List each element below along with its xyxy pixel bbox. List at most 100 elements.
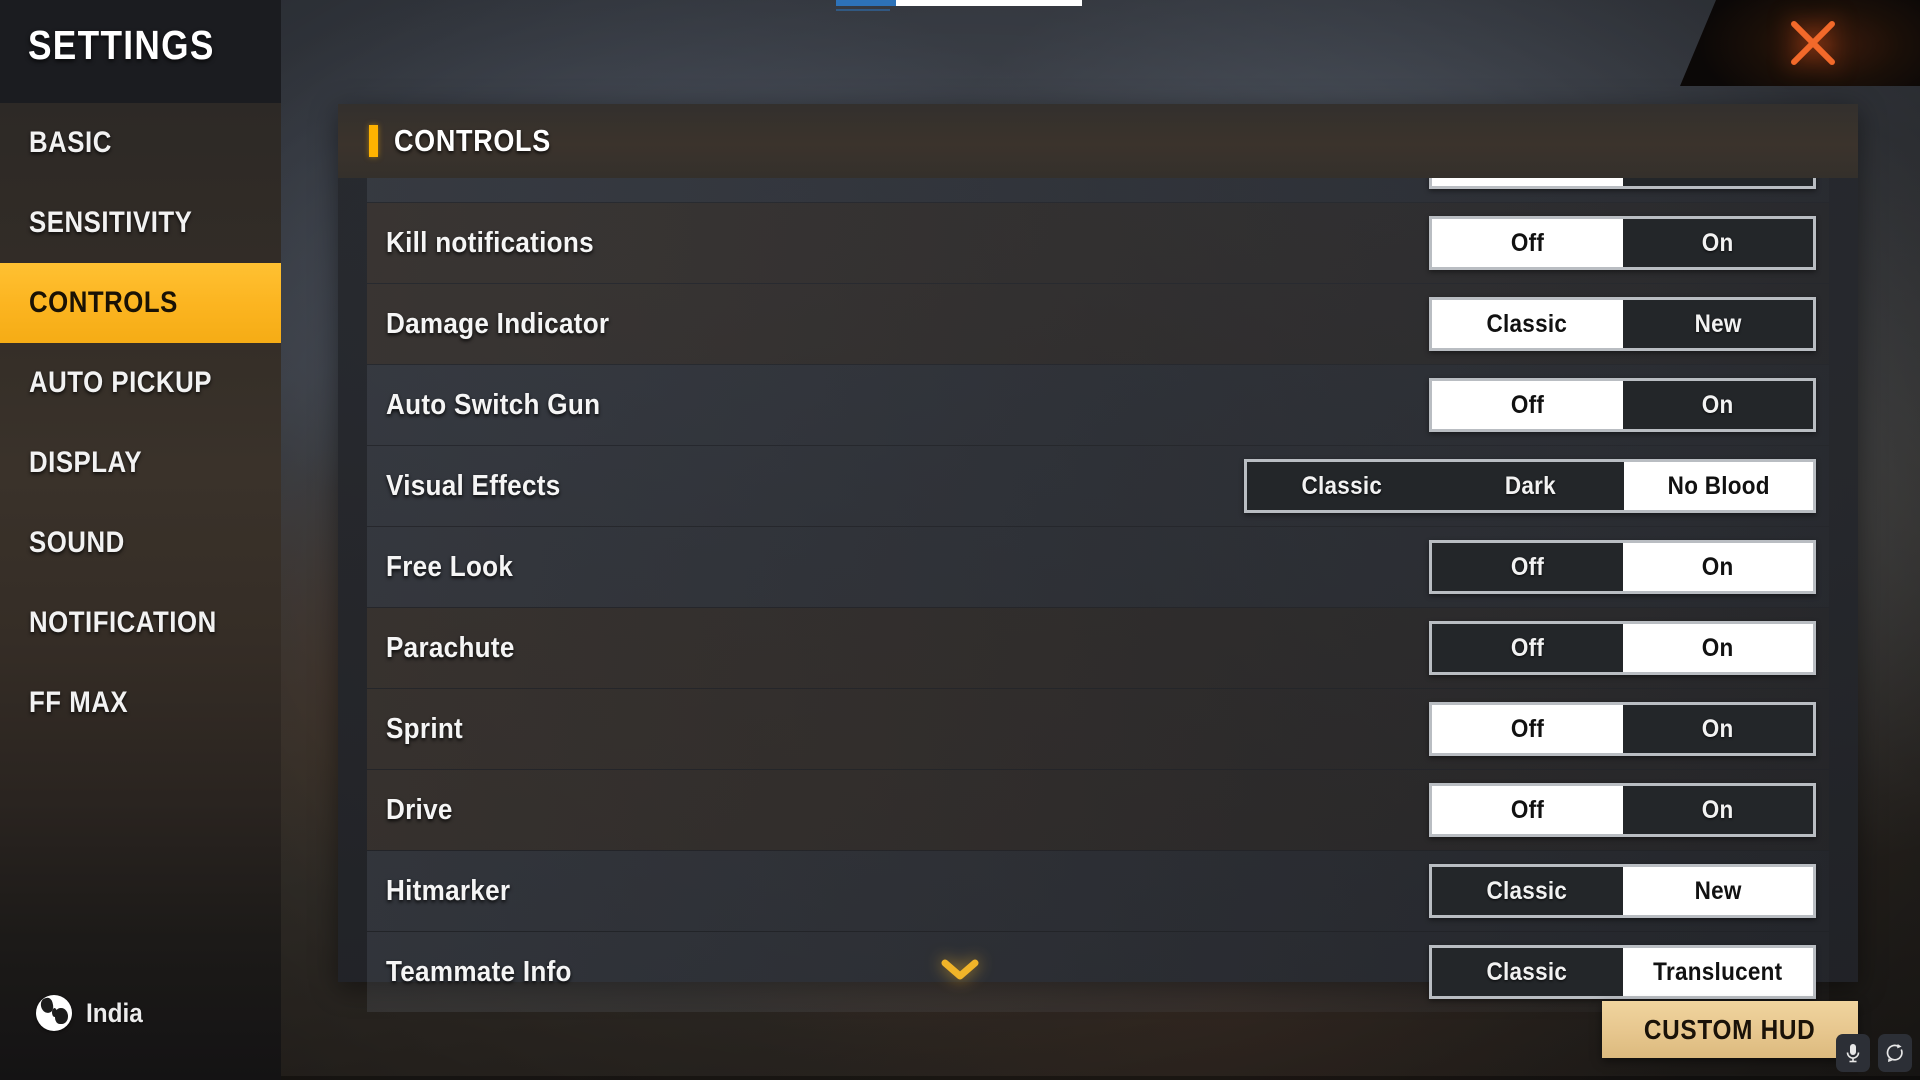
sidebar-item-ff-max[interactable]: FF MAX [0,663,281,743]
toggle-option[interactable]: No Blood [1624,462,1814,510]
setting-label: Drive [386,793,453,826]
sidebar-item-auto-pickup[interactable]: AUTO PICKUP [0,343,281,423]
toggle-option[interactable]: Off [1432,381,1623,429]
panel-title: CONTROLS [394,123,551,158]
settings-row: Parachute Off On [367,608,1829,688]
toggle-option[interactable]: Off [1432,219,1623,267]
panel-accent-bar [369,125,378,157]
toggle-option[interactable]: On [1622,543,1813,591]
toggle-option-label: Off [1510,390,1544,419]
toggle-option-label: Classic [1300,471,1382,500]
panel-header: CONTROLS [338,104,1858,178]
setting-toggle[interactable]: Off On [1429,702,1816,756]
setting-label: Parachute [386,631,515,664]
toggle-option-label: On [1701,390,1734,419]
toggle-option-label: On [1701,228,1734,257]
sidebar-item-sound[interactable]: SOUND [0,503,281,583]
sidebar-item-sensitivity[interactable]: SENSITIVITY [0,183,281,263]
refresh-circle-icon[interactable] [1878,1034,1912,1072]
sidebar-item-label: BASIC [29,126,112,159]
setting-toggle[interactable]: Off On [1429,540,1816,594]
toggle-option-label: Dark [1504,471,1556,500]
setting-toggle[interactable]: Off On [1429,783,1816,837]
toggle-option[interactable]: On [1622,219,1813,267]
toggle-option[interactable] [1432,178,1623,186]
toggle-option[interactable]: Dark [1435,462,1625,510]
setting-toggle[interactable]: Classic New [1429,297,1816,351]
toggle-option[interactable]: Off [1432,543,1623,591]
toggle-option[interactable]: Off [1432,624,1623,672]
sidebar-item-label: DISPLAY [29,446,143,479]
loading-progress-bar [836,0,1082,6]
microphone-icon[interactable] [1836,1034,1870,1072]
page-title: SETTINGS [28,22,215,68]
toggle-option[interactable] [1622,178,1813,186]
settings-row [367,178,1829,202]
settings-row: Teammate Info Classic Translucent [367,932,1829,1012]
toggle-option[interactable]: Translucent [1622,948,1813,996]
toggle-option-label: On [1701,714,1734,743]
toggle-option-label: Off [1510,714,1544,743]
toggle-option[interactable]: New [1622,867,1813,915]
setting-toggle[interactable]: Classic Dark No Blood [1244,459,1816,513]
sidebar-item-label: CONTROLS [29,286,178,319]
sidebar-item-display[interactable]: DISPLAY [0,423,281,503]
setting-toggle[interactable]: Off On [1429,378,1816,432]
toggle-option-label: Off [1510,552,1544,581]
setting-toggle[interactable]: Classic New [1429,864,1816,918]
toggle-option[interactable]: On [1622,381,1813,429]
bottom-strip [281,1076,1920,1080]
region-label: India [86,997,143,1028]
sidebar-item-basic[interactable]: BASIC [0,103,281,183]
toggle-option-label: On [1701,633,1734,662]
setting-label: Sprint [386,712,464,745]
toggle-option-label: Classic [1486,309,1568,338]
setting-label: Hitmarker [386,874,511,907]
toggle-option-label: No Blood [1667,471,1770,500]
settings-row-list: Kill notifications Off On Damage Indicator C… [338,178,1858,1013]
setting-toggle[interactable]: Off On [1429,216,1816,270]
custom-hud-button[interactable]: CUSTOM HUD [1602,1001,1858,1058]
toggle-option[interactable]: Classic [1432,867,1623,915]
sidebar-item-label: FF MAX [29,686,129,719]
setting-label: Auto Switch Gun [386,388,601,421]
toggle-option[interactable]: Classic [1247,462,1436,510]
sidebar-item-label: AUTO PICKUP [29,366,212,399]
toggle-option[interactable]: Classic [1432,300,1623,348]
toggle-option-label: On [1701,795,1734,824]
setting-toggle[interactable]: Off On [1429,621,1816,675]
loading-progress-shadow [836,9,890,11]
settings-row: Damage Indicator Classic New [367,284,1829,364]
sidebar-item-notification[interactable]: NOTIFICATION [0,583,281,663]
toggle-option-label: On [1701,552,1734,581]
sidebar-item-controls[interactable]: CONTROLS [0,263,281,343]
system-icon-tray [1836,1034,1912,1072]
setting-toggle[interactable] [1429,178,1816,189]
toggle-option-label: Classic [1486,957,1568,986]
toggle-option[interactable]: Off [1432,705,1623,753]
toggle-option-label: Off [1510,633,1544,662]
toggle-option-label: Off [1510,795,1544,824]
setting-toggle[interactable]: Classic Translucent [1429,945,1816,999]
setting-label: Kill notifications [386,226,594,259]
settings-scroll-area[interactable]: Kill notifications Off On Damage Indicator C… [338,178,1858,1068]
toggle-option[interactable]: On [1622,786,1813,834]
toggle-option[interactable]: On [1622,624,1813,672]
setting-label: Free Look [386,550,514,583]
settings-row: Hitmarker Classic New [367,851,1829,931]
toggle-option[interactable]: New [1622,300,1813,348]
region-selector[interactable]: India [36,995,149,1031]
settings-row: Sprint Off On [367,689,1829,769]
toggle-option[interactable]: Classic [1432,948,1623,996]
toggle-option-label: Off [1510,228,1544,257]
setting-label: Teammate Info [386,955,572,988]
settings-sidebar: SETTINGS BASIC SENSITIVITY CONTROLS AUTO PI… [0,0,281,1080]
settings-row: Kill notifications Off On [367,203,1829,283]
toggle-option[interactable]: Off [1432,786,1623,834]
close-button[interactable] [1680,0,1920,86]
controls-panel: CONTROLS Kill notifications Off On Damage I… [338,104,1858,1012]
toggle-option[interactable]: On [1622,705,1813,753]
setting-label: Damage Indicator [386,307,610,340]
toggle-option-label: Classic [1486,876,1568,905]
toggle-option-label: New [1694,876,1742,905]
